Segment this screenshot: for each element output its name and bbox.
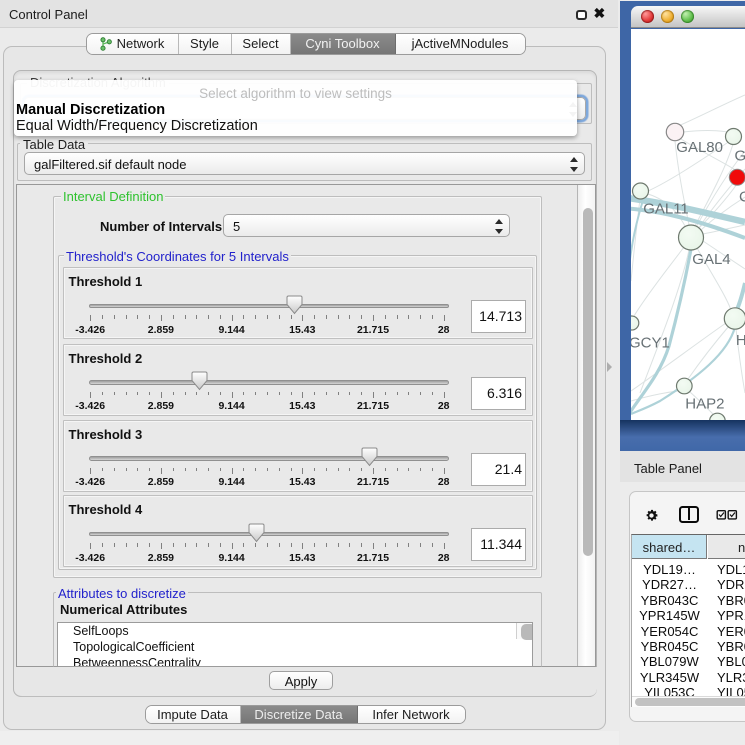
svg-text:GAL11: GAL11 bbox=[643, 201, 689, 218]
svg-text:GAL80: GAL80 bbox=[676, 139, 723, 156]
svg-text:H: H bbox=[736, 332, 745, 349]
svg-text:GAL4: GAL4 bbox=[692, 251, 730, 268]
svg-text:C: C bbox=[739, 189, 745, 206]
svg-text:GCY1: GCY1 bbox=[631, 335, 670, 352]
svg-text:HAP2: HAP2 bbox=[685, 396, 724, 413]
svg-text:GA: GA bbox=[735, 148, 745, 165]
